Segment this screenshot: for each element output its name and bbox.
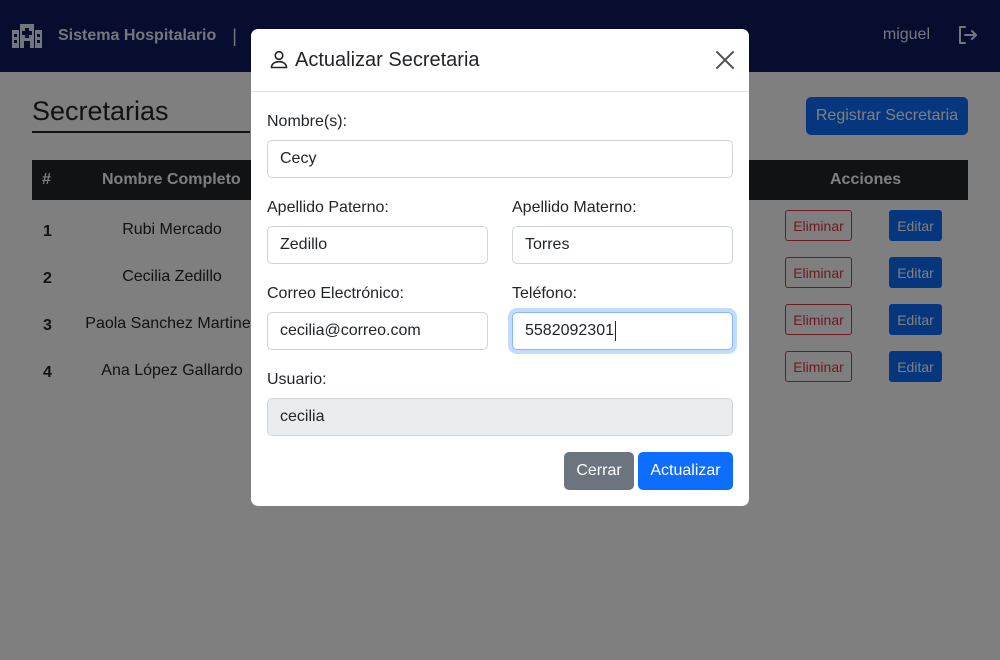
usuario-label: Usuario:	[267, 371, 327, 388]
apellido-paterno-input[interactable]: Zedillo	[267, 226, 488, 264]
apellido-materno-input[interactable]: Torres	[512, 226, 733, 264]
cerrar-button[interactable]: Cerrar	[564, 452, 634, 490]
apellido-materno-label: Apellido Materno:	[512, 199, 637, 216]
correo-input[interactable]: cecilia@correo.com	[267, 312, 488, 350]
modal-title: Actualizar Secretaria	[295, 49, 480, 71]
user-icon	[269, 49, 289, 69]
apellido-paterno-label: Apellido Paterno:	[267, 199, 389, 216]
telefono-label: Teléfono:	[512, 285, 577, 302]
usuario-input: cecilia	[267, 398, 733, 436]
nombre-label: Nombre(s):	[267, 113, 348, 130]
nombre-input[interactable]: Cecy	[267, 140, 733, 178]
close-icon[interactable]	[715, 50, 735, 70]
telefono-value: 5582092301	[525, 322, 614, 339]
telefono-input[interactable]: 5582092301	[512, 312, 733, 350]
correo-label: Correo Electrónico:	[267, 285, 404, 302]
actualizar-button[interactable]: Actualizar	[638, 452, 733, 490]
modal-header: Actualizar Secretaria	[251, 29, 749, 92]
text-cursor	[614, 321, 616, 341]
update-secretary-modal: Actualizar Secretaria Nombre(s): Cecy Ap…	[251, 29, 749, 506]
